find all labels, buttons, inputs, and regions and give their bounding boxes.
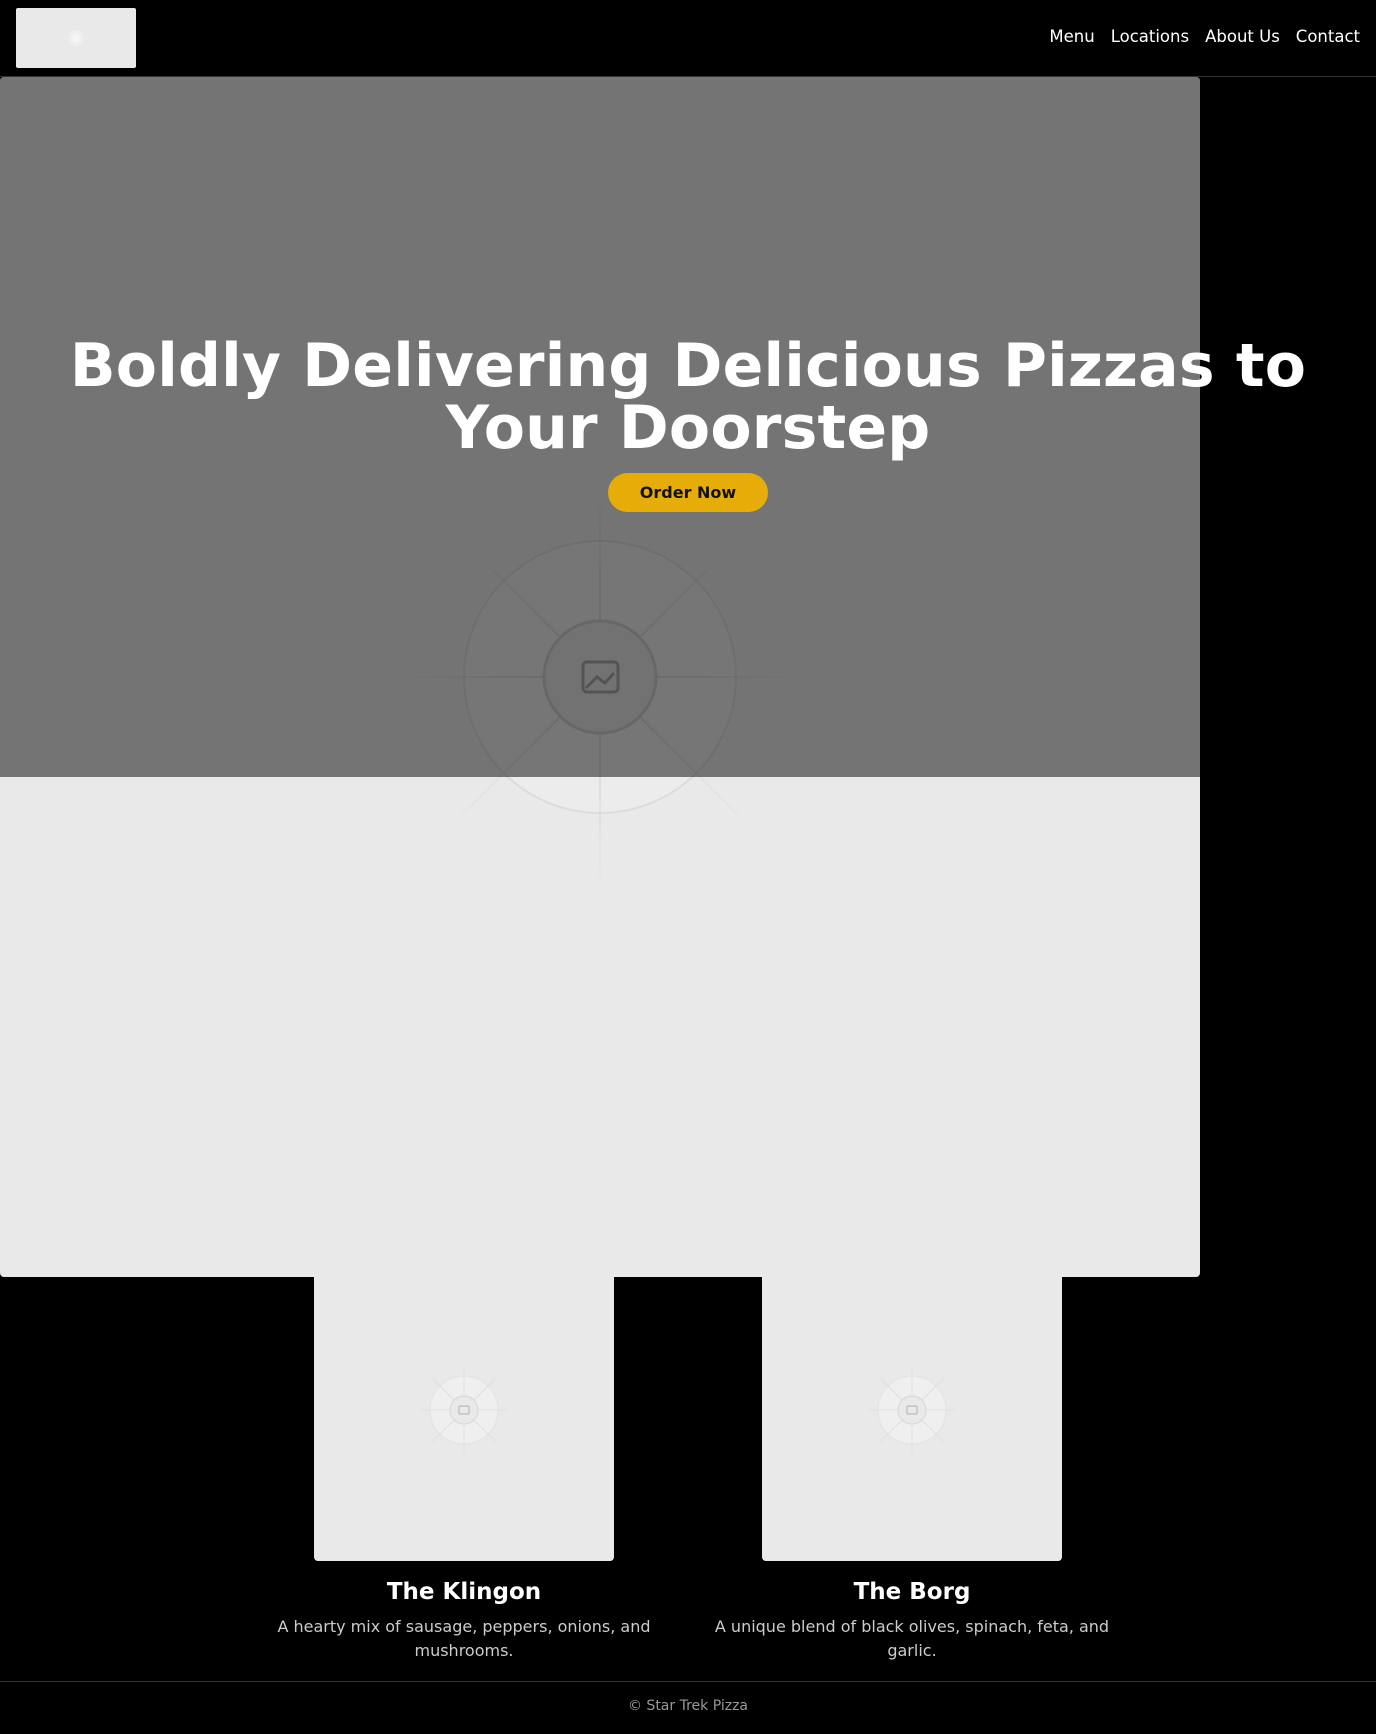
pizza-title: The Borg	[853, 1579, 971, 1605]
image-placeholder-icon	[72, 34, 80, 42]
logo[interactable]	[16, 8, 136, 68]
pizza-card[interactable]: The Klingon A hearty mix of sausage, pep…	[239, 1277, 689, 1663]
pizza-description: A hearty mix of sausage, peppers, onions…	[277, 1617, 651, 1660]
hero-title: Boldly Delivering Delicious Pizzas to Yo…	[69, 331, 1307, 463]
pizza-description: A unique blend of black olives, spinach,…	[714, 1617, 1110, 1660]
nav-locations-link[interactable]: Locations	[1111, 27, 1189, 46]
copyright-text: © Star Trek Pizza	[627, 1698, 749, 1714]
site-footer: © Star Trek Pizza	[0, 1681, 1376, 1734]
main-nav: Menu Locations About Us Contact	[1049, 27, 1360, 46]
site-header: Menu Locations About Us Contact	[0, 0, 1376, 77]
pizza-title: The Klingon	[386, 1579, 542, 1605]
order-now-button[interactable]: Order Now	[607, 473, 769, 512]
pizza-image	[314, 1277, 614, 1561]
hero-section: Boldly Delivering Delicious Pizzas to Yo…	[0, 335, 1376, 512]
nav-about-link[interactable]: About Us	[1205, 27, 1280, 46]
nav-menu-link[interactable]: Menu	[1049, 27, 1094, 46]
image-placeholder-icon	[421, 1367, 507, 1453]
pizza-card[interactable]: The Borg A unique blend of black olives,…	[687, 1277, 1137, 1663]
nav-contact-link[interactable]: Contact	[1296, 27, 1360, 46]
image-placeholder-icon	[869, 1367, 955, 1453]
pizza-image	[762, 1277, 1062, 1561]
